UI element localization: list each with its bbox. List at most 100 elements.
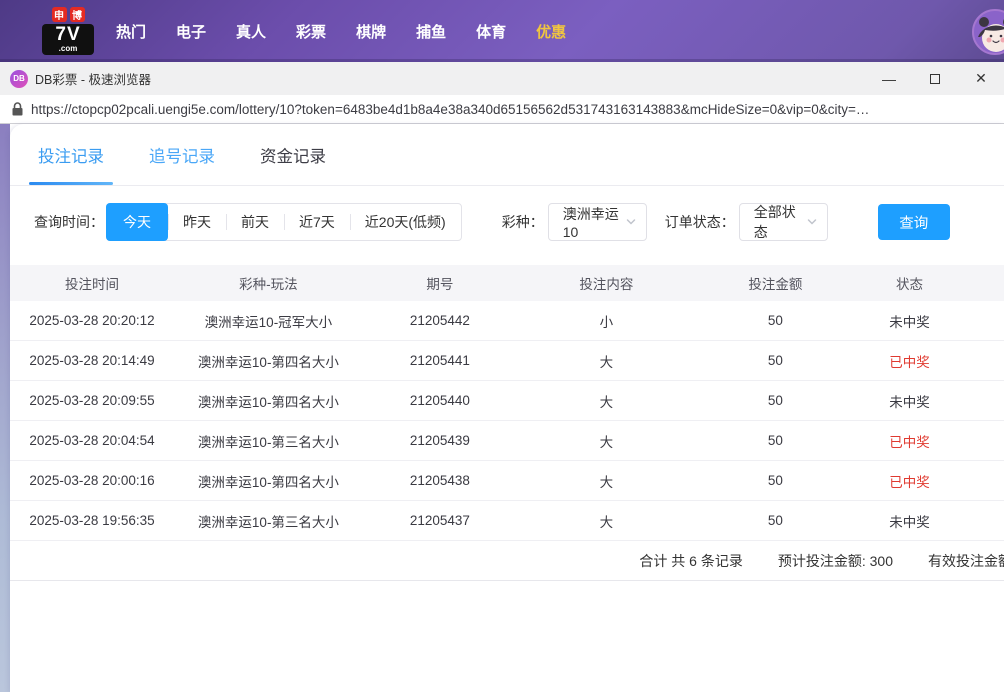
nav-item-electronic[interactable]: 电子 <box>176 21 206 42</box>
table-cell: 2025-03-28 20:20:12 <box>29 313 155 328</box>
table-cell: 已中奖 <box>889 474 930 490</box>
table-cell: 大 <box>599 354 614 370</box>
table-cell: 澳洲幸运10-第四名大小 <box>197 354 339 370</box>
table-row: 2025-03-28 20:20:12 澳洲幸运10-冠军大小 21205442 小 5… <box>10 301 1004 341</box>
table-cell: 已中奖 <box>889 354 930 370</box>
table-cell: 2025-03-28 20:00:16 <box>29 473 155 488</box>
nav-item-lottery[interactable]: 彩票 <box>296 21 326 42</box>
order-status-select[interactable]: 全部状态 <box>738 203 828 241</box>
table-cell: 澳洲幸运10-第三名大小 <box>197 514 339 530</box>
promo-banner: 申 博 7V .com 热门 电子 真人 彩票 棋牌 捕鱼 体育 优惠 <box>0 0 1004 62</box>
header-bet-content: 投注内容 <box>579 277 634 292</box>
table-cell: 50 <box>767 513 783 528</box>
logo-badge-right: 博 <box>69 7 85 22</box>
table-cell: 未中奖 <box>889 314 930 330</box>
table-cell: 2025-03-28 19:56:35 <box>29 513 155 528</box>
table-cell: 50 <box>767 473 783 488</box>
time-option-7days[interactable]: 近7天 <box>284 204 350 240</box>
table-cell: 2025-03-28 20:14:49 <box>29 353 155 368</box>
table-cell: 未中奖 <box>889 394 930 410</box>
table-cell: 小 <box>599 314 614 330</box>
header-bet-time: 投注时间 <box>65 277 119 292</box>
time-option-daybefore[interactable]: 前天 <box>226 204 284 240</box>
header-issue: 期号 <box>426 277 454 292</box>
table-cell: 澳洲幸运10-第四名大小 <box>197 394 339 410</box>
tab-chase-records[interactable]: 追号记录 <box>149 124 215 185</box>
header-bet-amount: 投注金额 <box>748 277 803 292</box>
nav-item-chess[interactable]: 棋牌 <box>356 21 386 42</box>
filter-bar: 查询时间： 今天 昨天 前天 近7天 近20天(低频) 彩种： 澳洲幸运10 订… <box>10 203 1004 241</box>
logo-sub-text: .com <box>58 44 78 53</box>
table-cell: 2025-03-28 20:04:54 <box>29 433 155 448</box>
table-cell: 21205438 <box>409 473 470 488</box>
order-status-value: 全部状态 <box>753 204 796 240</box>
table-cell: 已中奖 <box>889 434 930 450</box>
table-cell: 大 <box>599 434 614 450</box>
table-cell: 澳洲幸运10-冠军大小 <box>204 314 333 330</box>
nav-item-promo[interactable]: 优惠 <box>536 21 566 42</box>
table-cell: 21205441 <box>409 353 470 368</box>
table-cell: 2025-03-28 20:09:55 <box>29 393 155 408</box>
table-cell: 50 <box>767 433 783 448</box>
time-filter-label: 查询时间： <box>34 214 104 230</box>
avatar-illustration <box>974 11 1004 53</box>
nav-item-live[interactable]: 真人 <box>236 21 266 42</box>
nav-item-hot[interactable]: 热门 <box>116 21 146 42</box>
record-tabs: 投注记录 追号记录 资金记录 <box>10 124 1004 186</box>
header-game-play: 彩种-玩法 <box>239 277 298 292</box>
close-icon[interactable]: ✕ <box>958 62 1004 95</box>
status-filter-label: 订单状态： <box>664 214 735 230</box>
time-option-today[interactable]: 今天 <box>106 203 168 241</box>
table-cell: 50 <box>767 393 783 408</box>
lottery-select-value: 澳洲幸运10 <box>562 206 619 240</box>
url-text: https://ctopcp02pcali.uengi5e.com/lotter… <box>31 101 870 117</box>
table-row: 2025-03-28 20:04:54 澳洲幸运10-第三名大小 21205439 大… <box>10 421 1004 461</box>
table-cell: 21205439 <box>409 433 470 448</box>
lottery-select[interactable]: 澳洲幸运10 <box>547 203 647 241</box>
search-button[interactable]: 查询 <box>877 204 950 240</box>
window-title: DB彩票 - 极速浏览器 <box>35 73 151 87</box>
url-bar[interactable]: https://ctopcp02pcali.uengi5e.com/lotter… <box>0 95 1004 124</box>
summary-total: 合计 共 6 条记录 <box>639 552 743 569</box>
header-status: 状态 <box>896 277 924 292</box>
tab-fund-records[interactable]: 资金记录 <box>260 124 326 185</box>
main-nav: 热门 电子 真人 彩票 棋牌 捕鱼 体育 优惠 <box>116 21 566 42</box>
table-cell: 21205442 <box>409 313 470 328</box>
background-strip <box>0 124 10 692</box>
window-titlebar: DB DB彩票 - 极速浏览器 — ✕ <box>0 62 1004 95</box>
table-cell: 50 <box>767 353 783 368</box>
table-row: 2025-03-28 20:09:55 澳洲幸运10-第四名大小 21205440 大… <box>10 381 1004 421</box>
table-body: 2025-03-28 20:20:12 澳洲幸运10-冠军大小 21205442 小 5… <box>10 301 1004 541</box>
table-cell: 50 <box>767 313 783 328</box>
site-logo[interactable]: 申 博 7V .com <box>42 7 94 55</box>
minimize-icon[interactable]: — <box>866 62 912 95</box>
nav-item-fishing[interactable]: 捕鱼 <box>416 21 446 42</box>
summary-bar: 合计 共 6 条记录 预计投注金额: 300 有效投注金额 <box>10 541 1004 581</box>
maximize-icon[interactable] <box>912 62 958 95</box>
table-row: 2025-03-28 20:00:16 澳洲幸运10-第四名大小 21205438 大… <box>10 461 1004 501</box>
avatar[interactable] <box>972 9 1004 55</box>
time-option-yesterday[interactable]: 昨天 <box>168 204 226 240</box>
summary-valid-amount: 有效投注金额 <box>928 552 1004 569</box>
tab-bet-records[interactable]: 投注记录 <box>29 124 113 185</box>
table-header: 投注时间 彩种-玩法 期号 投注内容 投注金额 状态 <box>10 265 1004 301</box>
table-cell: 21205440 <box>409 393 470 408</box>
logo-main-text: 7V <box>55 24 81 45</box>
table-cell: 澳洲幸运10-第三名大小 <box>197 434 339 450</box>
chevron-down-icon <box>626 219 635 225</box>
lottery-filter-label: 彩种： <box>501 214 544 230</box>
table-cell: 未中奖 <box>889 514 930 530</box>
window-controls: — ✕ <box>866 62 1004 95</box>
table-row: 2025-03-28 19:56:35 澳洲幸运10-第三名大小 21205437 大… <box>10 501 1004 541</box>
chevron-down-icon <box>807 219 816 225</box>
page-content: 投注记录 追号记录 资金记录 查询时间： 今天 昨天 前天 近7天 近20天(低… <box>0 124 1004 692</box>
table-cell: 大 <box>599 474 614 490</box>
table-cell: 大 <box>599 514 614 530</box>
lock-icon <box>12 102 23 116</box>
logo-badge-left: 申 <box>51 7 67 22</box>
time-option-20days[interactable]: 近20天(低频) <box>349 204 461 240</box>
table-cell: 21205437 <box>409 513 470 528</box>
content-card: 投注记录 追号记录 资金记录 查询时间： 今天 昨天 前天 近7天 近20天(低… <box>10 124 1004 692</box>
table-cell: 澳洲幸运10-第四名大小 <box>197 474 339 490</box>
nav-item-sports[interactable]: 体育 <box>476 21 506 42</box>
